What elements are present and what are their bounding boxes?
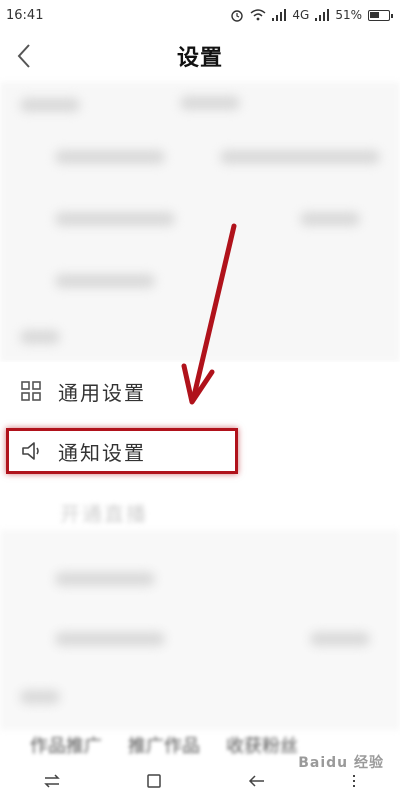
page-title: 设置 bbox=[176, 46, 223, 71]
tab-gain-fans[interactable]: 收获粉丝 bbox=[226, 732, 298, 758]
blurred-line bbox=[180, 96, 240, 110]
blurred-line bbox=[20, 690, 60, 704]
battery-icon bbox=[368, 9, 393, 21]
red-arrow-annotation bbox=[181, 223, 237, 405]
blurred-line bbox=[55, 632, 165, 646]
watermark: Baidu 经验 bbox=[298, 755, 384, 771]
blurred-line bbox=[55, 212, 175, 226]
tab-works-promo[interactable]: 作品推广 bbox=[30, 732, 102, 758]
highlight-box bbox=[6, 428, 238, 474]
status-time: 16:41 bbox=[6, 7, 44, 23]
tab-promote-works[interactable]: 推广作品 bbox=[128, 732, 200, 758]
home-square-icon[interactable] bbox=[146, 773, 162, 789]
chevron-left-icon[interactable] bbox=[14, 42, 34, 70]
alarm-icon bbox=[231, 10, 244, 22]
network-type: 4G bbox=[292, 8, 310, 22]
blurred-line bbox=[300, 212, 360, 226]
back-arrow-icon[interactable] bbox=[248, 774, 266, 788]
settings-item-live-faded[interactable]: 开通直播 bbox=[60, 498, 148, 527]
blurred-line bbox=[20, 98, 80, 112]
nav-bar: 设置 bbox=[0, 30, 400, 82]
signal-icon-secondary bbox=[315, 9, 330, 21]
status-bar: 16:41 4G 51% bbox=[0, 0, 400, 30]
blurred-line bbox=[310, 632, 370, 646]
blurred-line bbox=[55, 274, 155, 288]
blurred-line bbox=[55, 572, 155, 586]
battery-fill bbox=[370, 11, 379, 18]
menu-icon[interactable] bbox=[351, 773, 357, 789]
blurred-line bbox=[20, 330, 60, 344]
grid-icon bbox=[21, 381, 41, 401]
settings-item-label: 通用设置 bbox=[58, 380, 146, 405]
battery-percent: 51% bbox=[335, 8, 362, 22]
blurred-line bbox=[55, 150, 165, 164]
wifi-icon bbox=[250, 9, 266, 21]
blurred-line bbox=[220, 150, 380, 164]
status-icons: 4G 51% bbox=[230, 8, 393, 22]
blurred-settings-bottom bbox=[0, 530, 400, 730]
switch-arrows-icon[interactable] bbox=[43, 773, 61, 789]
signal-icon bbox=[272, 9, 287, 21]
